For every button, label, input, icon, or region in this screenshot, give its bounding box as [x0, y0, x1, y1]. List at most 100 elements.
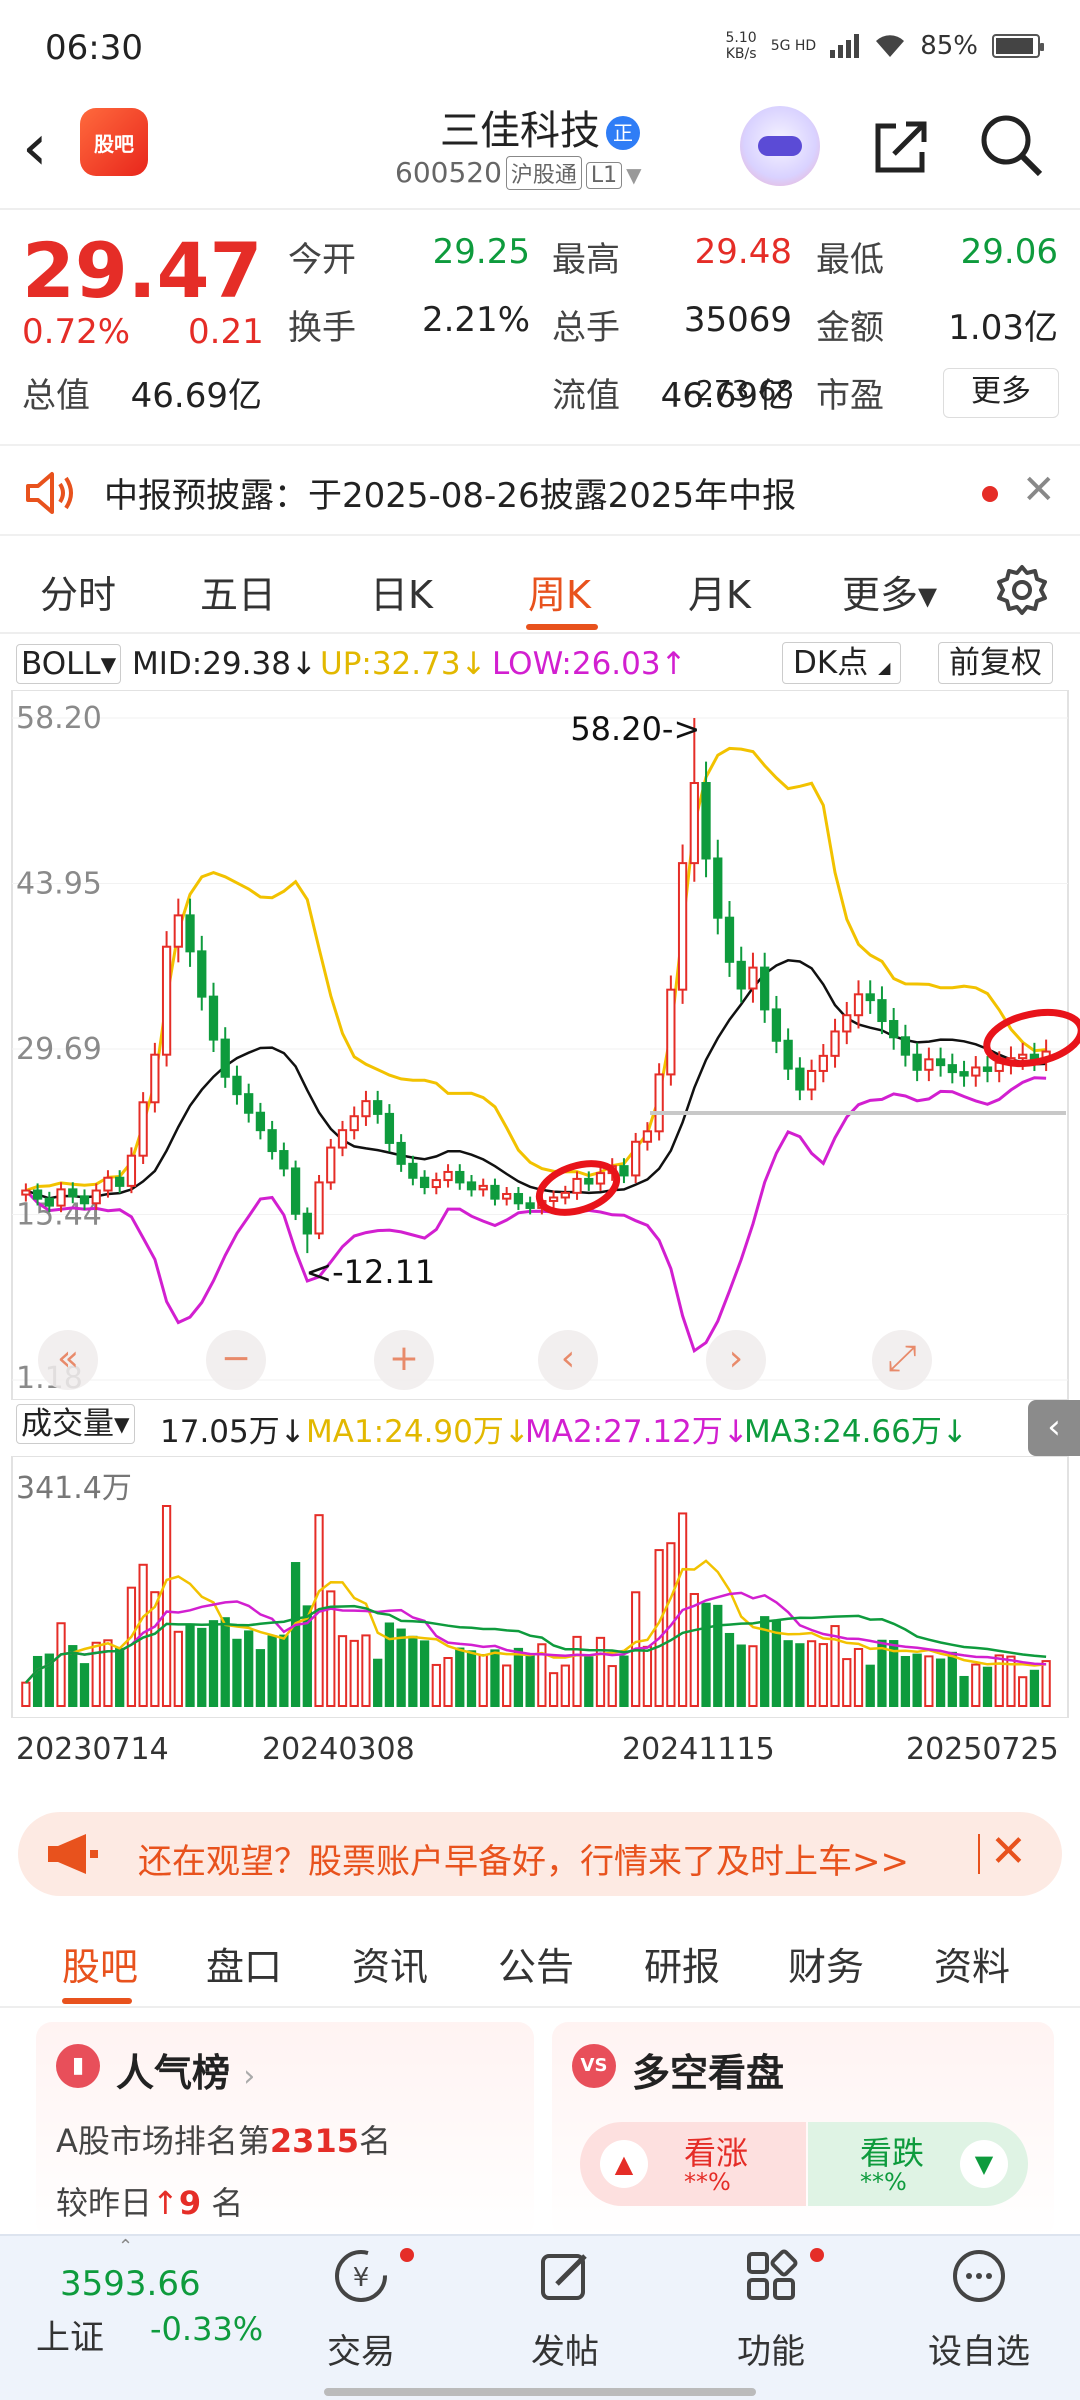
dk-point-button[interactable]: DK点 ◢ [782, 642, 902, 684]
tab-content[interactable]: 资料 [934, 1936, 1010, 1991]
quote-value: 29.48 [694, 232, 792, 272]
share-icon[interactable] [866, 112, 936, 182]
search-icon[interactable] [976, 110, 1046, 180]
candle-body [642, 1130, 653, 1143]
active-tab-underline [62, 1998, 132, 2004]
watchlist-icon [953, 2250, 1005, 2302]
volume-bar [161, 1505, 172, 1707]
quote-value: 35069 [683, 300, 792, 340]
adjust-price-button[interactable]: 前复权 [938, 642, 1053, 684]
popularity-title: 人气榜 [116, 2051, 231, 2095]
index-value: 3593.66 [60, 2264, 201, 2304]
volume-bar [736, 1644, 746, 1707]
nav-post[interactable]: 发帖 [500, 2246, 630, 2373]
volume-axis-max: 341.4万 [16, 1471, 132, 1506]
bull-button[interactable]: ▲ 看涨 **% [580, 2122, 806, 2206]
candle-body [1018, 1053, 1028, 1060]
candle-body [818, 1054, 828, 1072]
fullscreen-button[interactable]: ⤢ [872, 1330, 932, 1390]
tab-content[interactable]: 资讯 [352, 1936, 428, 1991]
tab-chart-period[interactable]: 更多▾ [842, 564, 937, 619]
candle-body [560, 1191, 570, 1199]
volume-bar [795, 1643, 805, 1708]
ai-assistant-icon[interactable] [740, 106, 820, 186]
candle-body [959, 1071, 969, 1077]
candle-body [912, 1053, 922, 1071]
tab-chart-period[interactable]: 五日 [200, 564, 276, 619]
indicator-selector[interactable]: BOLL▾ [16, 644, 122, 684]
index-name: 上证 [36, 2318, 104, 2358]
tab-content[interactable]: 财务 [788, 1936, 864, 1991]
trade-icon: ¥ [335, 2250, 387, 2302]
nav-function[interactable]: 功能 [706, 2246, 836, 2373]
popularity-card[interactable]: ▮ 人气榜 › A股市场排名第2315名 较昨日↑9 名 [36, 2022, 534, 2238]
candle-body [982, 1066, 993, 1072]
candle-body [783, 1039, 793, 1070]
dropdown-arrow-icon[interactable]: ▼ [626, 163, 641, 187]
volume-bar [337, 1635, 348, 1707]
chart-period-tabs: 分时 五日 日K 周K 月K 更多▾ [0, 544, 1080, 634]
tab-chart-period[interactable]: 日K [370, 564, 433, 619]
promo-banner[interactable]: 还在观望？股票账户早备好，行情来了及时上车>> ✕ [18, 1812, 1062, 1896]
candle-body [197, 950, 207, 998]
unread-dot [810, 2248, 824, 2262]
nav-trade[interactable]: ¥ 交易 [296, 2246, 426, 2373]
volume-bar [1041, 1660, 1051, 1708]
tab-chart-period[interactable]: 月K [688, 564, 751, 619]
change-amount: 0.21 [188, 312, 264, 352]
quote-value: 29.25 [432, 232, 530, 272]
volume-selector[interactable]: 成交量▾ [16, 1404, 135, 1444]
nav-watchlist[interactable]: 设自选 [914, 2246, 1044, 2373]
candle-body [806, 1069, 817, 1091]
notice-close-button[interactable]: ✕ [1022, 468, 1056, 512]
volume-bar [982, 1666, 993, 1708]
candle-body [126, 1154, 137, 1187]
zoom-out-button[interactable]: − [206, 1330, 266, 1390]
bear-button[interactable]: 看跌 **% ▼ [808, 2122, 1028, 2206]
candle-body [900, 1036, 911, 1056]
volume-bar [173, 1630, 183, 1707]
volume-bar [701, 1602, 711, 1707]
candle-body [689, 782, 699, 865]
promo-close-button[interactable]: ✕ [990, 1826, 1027, 1878]
content-tabs: 股吧 盘口 资讯 公告 研报 财务 资料 [0, 1912, 1080, 2008]
rank-delta-line: 较昨日↑9 名 [56, 2184, 244, 2222]
scroll-right-button[interactable]: › [706, 1330, 766, 1390]
bull-bear-card[interactable]: VS 多空看盘 ▲ 看涨 **% 看跌 **% ▼ [552, 2022, 1054, 2238]
kline-chart[interactable]: 58.2043.9529.6915.441.18 58.20-><-12.11 [0, 690, 1080, 1400]
candle-body [21, 1189, 31, 1196]
caret-up-icon: ⌃ [118, 2236, 134, 2257]
tab-chart-period[interactable]: 分时 [40, 564, 116, 619]
tab-content[interactable]: 公告 [498, 1936, 574, 1991]
volume-bar [68, 1645, 78, 1708]
candle-body [396, 1141, 406, 1165]
collapse-panel-button[interactable]: ‹ [1028, 1400, 1080, 1456]
candle-body [150, 1053, 160, 1104]
notice-bar[interactable]: 中报预披露：于2025-08-26披露2025年中报 ✕ [0, 444, 1080, 536]
tab-content[interactable]: 盘口 [206, 1936, 282, 1991]
quote-label: 市盈 [816, 376, 884, 416]
volume-bar [525, 1654, 535, 1708]
candle-body [889, 1020, 899, 1039]
quote-label: 换手 [288, 308, 356, 348]
volume-bar [818, 1643, 828, 1708]
candle-body [56, 1188, 66, 1207]
date-axis-label: 20250725 [906, 1732, 1059, 1767]
zoom-in-button[interactable]: + [374, 1330, 434, 1390]
level-tag: L1 [585, 162, 623, 189]
more-button[interactable]: 更多 [943, 368, 1059, 418]
candle-body [771, 1008, 782, 1042]
tab-content[interactable]: 股吧 [62, 1936, 138, 1991]
candle-body [314, 1181, 324, 1235]
volume-bar [853, 1647, 864, 1707]
settings-gear-icon[interactable] [996, 564, 1048, 616]
index-percent: -0.33% [150, 2310, 264, 2348]
market-tag: 沪股通 [505, 156, 582, 190]
scroll-to-start-button[interactable]: « [38, 1330, 98, 1390]
scroll-left-button[interactable]: ‹ [538, 1330, 598, 1390]
candle-body [478, 1184, 488, 1191]
volume-chart[interactable]: 341.4万 [0, 1456, 1080, 1718]
tab-content[interactable]: 研报 [644, 1936, 720, 1991]
tab-chart-period[interactable]: 周K [528, 564, 591, 619]
volume-bar [32, 1655, 43, 1707]
